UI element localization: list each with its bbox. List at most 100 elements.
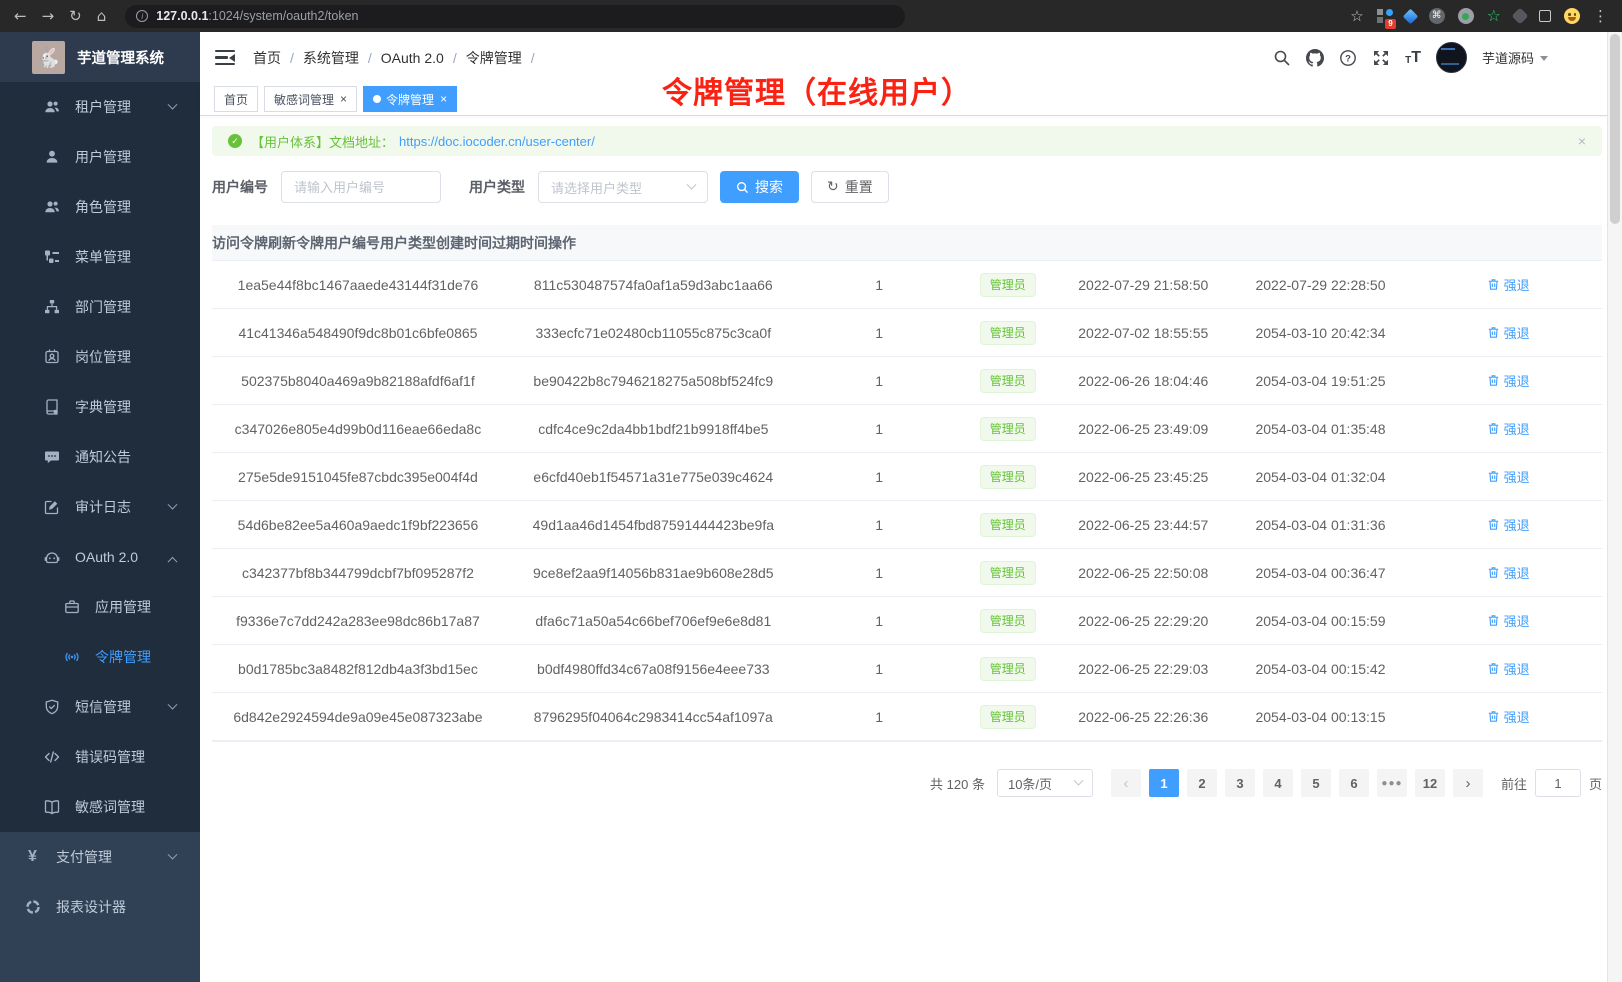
refresh-token-cell: 333ecfc71e02480cb11055c875c3ca0f	[504, 325, 803, 341]
sidebar-item[interactable]: 应用管理	[0, 582, 200, 632]
search-button[interactable]: 搜索	[720, 171, 799, 203]
profile-emoji-icon[interactable]	[1564, 8, 1580, 24]
sidebar-item[interactable]: 用户管理	[0, 132, 200, 182]
user-menu[interactable]: 芋道源码	[1482, 48, 1548, 67]
expire-time-cell: 2054-03-04 00:36:47	[1227, 565, 1415, 581]
view-tab[interactable]: 敏感词管理 ×	[264, 86, 357, 112]
breadcrumb-item[interactable]: OAuth 2.0	[381, 50, 466, 66]
force-logout-button[interactable]: 强退	[1487, 467, 1530, 486]
page-button[interactable]: 2	[1187, 769, 1217, 797]
site-info-icon[interactable]: i	[136, 10, 148, 22]
sidebar-item[interactable]: 短信管理	[0, 682, 200, 732]
sidebar-item[interactable]: 令牌管理	[0, 632, 200, 682]
access-token-cell: 54d6be82ee5a460a9aedc1f9bf223656	[212, 517, 504, 533]
menu-tree-icon	[43, 249, 60, 266]
search-icon[interactable]	[1273, 49, 1291, 67]
alert-close-icon[interactable]: ×	[1578, 134, 1586, 148]
sidebar-item[interactable]: 通知公告	[0, 432, 200, 482]
sidebar-item[interactable]: 部门管理	[0, 282, 200, 332]
page-button[interactable]: 6	[1339, 769, 1369, 797]
sidebar-toggle-icon[interactable]	[1539, 10, 1551, 22]
user-type-cell: 管理员	[956, 657, 1060, 681]
sidebar-item[interactable]: 敏感词管理	[0, 782, 200, 832]
github-icon[interactable]	[1306, 49, 1324, 67]
user-type-select[interactable]: 请选择用户类型	[538, 171, 708, 203]
force-logout-button[interactable]: 强退	[1487, 419, 1530, 438]
force-logout-button[interactable]: 强退	[1487, 371, 1530, 390]
reset-button[interactable]: ↻ 重置	[811, 171, 889, 203]
app-logo[interactable]: 🐇 芋道管理系统	[0, 32, 200, 82]
actions-cell: 强退	[1414, 659, 1602, 678]
help-icon[interactable]: ?	[1339, 49, 1357, 67]
page-button[interactable]: 1	[1149, 769, 1179, 797]
view-tab[interactable]: 令牌管理 ×	[363, 86, 457, 112]
refresh-icon: ↻	[827, 180, 839, 194]
scrollbar-thumb[interactable]	[1610, 34, 1620, 224]
force-logout-button[interactable]: 强退	[1487, 563, 1530, 582]
created-time-cell: 2022-07-02 18:55:55	[1060, 325, 1227, 341]
font-size-icon[interactable]: TT	[1405, 50, 1421, 66]
user-id-input[interactable]	[281, 171, 441, 203]
sidebar-item[interactable]: 错误码管理	[0, 732, 200, 782]
force-logout-button[interactable]: 强退	[1487, 515, 1530, 534]
force-logout-button[interactable]: 强退	[1487, 659, 1530, 678]
reload-icon[interactable]: ↻	[69, 9, 82, 24]
user-type-cell: 管理员	[956, 513, 1060, 537]
sidebar-item[interactable]: 菜单管理	[0, 232, 200, 282]
page-button[interactable]: 3	[1225, 769, 1255, 797]
fullscreen-icon[interactable]	[1372, 49, 1390, 67]
user-type-cell: 管理员	[956, 561, 1060, 585]
force-logout-button[interactable]: 强退	[1487, 707, 1530, 726]
page-button[interactable]: 5	[1301, 769, 1331, 797]
sidebar-item-label: 令牌管理	[95, 647, 151, 667]
command-extension-icon[interactable]: ⌘	[1429, 8, 1445, 24]
role-users-icon	[43, 199, 60, 216]
doc-link[interactable]: https://doc.iocoder.cn/user-center/	[399, 134, 595, 149]
sidebar-item[interactable]: 审计日志	[0, 482, 200, 532]
page-button[interactable]: ‹	[1111, 769, 1141, 797]
breadcrumb-item[interactable]: 系统管理	[303, 48, 381, 68]
delete-icon	[1487, 518, 1500, 531]
bookmark-star-icon[interactable]: ☆	[1350, 9, 1363, 24]
sidebar-item[interactable]: ¥ 支付管理	[0, 832, 200, 882]
view-tab[interactable]: 首页 ×	[214, 86, 258, 112]
page-button[interactable]: 12	[1415, 769, 1445, 797]
delete-icon	[1487, 278, 1500, 291]
avatar[interactable]	[1436, 42, 1467, 73]
delete-icon	[1487, 470, 1500, 483]
page-scrollbar[interactable]	[1607, 32, 1622, 982]
page-button[interactable]: ›	[1453, 769, 1483, 797]
created-time-cell: 2022-06-26 18:04:46	[1060, 373, 1227, 389]
browser-menu-icon[interactable]: ⋮	[1593, 9, 1608, 24]
collapse-sidebar-icon[interactable]	[215, 50, 235, 66]
forward-icon[interactable]: →	[42, 9, 55, 24]
back-icon[interactable]: ←	[14, 9, 27, 24]
sidebar-item[interactable]: OAuth 2.0	[0, 532, 200, 582]
recorder-extension-icon[interactable]	[1458, 8, 1474, 24]
sidebar-item[interactable]: 角色管理	[0, 182, 200, 232]
address-bar[interactable]: i 127.0.0.1:1024/system/oauth2/token	[125, 5, 905, 28]
breadcrumb-item[interactable]: 首页	[253, 48, 303, 68]
force-logout-button[interactable]: 强退	[1487, 611, 1530, 630]
tab-close-icon[interactable]: ×	[440, 93, 447, 105]
breadcrumb-item[interactable]: 令牌管理	[466, 48, 544, 68]
page-button[interactable]: 4	[1263, 769, 1293, 797]
page-button[interactable]: ●●●	[1377, 769, 1407, 797]
filter-form: 用户编号 用户类型 请选择用户类型 搜索 ↻ 重置	[212, 171, 1602, 203]
user-id-cell: 1	[803, 613, 956, 629]
sidebar-item[interactable]: 字典管理	[0, 382, 200, 432]
extension-badge-icon[interactable]: 9	[1377, 9, 1392, 24]
sidebar-item[interactable]: 报表设计器	[0, 882, 200, 932]
green-star-extension-icon[interactable]: ☆	[1487, 8, 1501, 24]
page-size-select[interactable]: 10条/页	[997, 769, 1093, 797]
gem-extension-icon[interactable]	[1405, 11, 1416, 22]
goto-page-input[interactable]	[1535, 769, 1581, 797]
force-logout-button[interactable]: 强退	[1487, 323, 1530, 342]
tab-close-icon[interactable]: ×	[340, 93, 347, 105]
dept-org-icon	[43, 299, 60, 316]
sidebar-item[interactable]: 岗位管理	[0, 332, 200, 382]
home-icon[interactable]: ⌂	[97, 9, 107, 24]
force-logout-button[interactable]: 强退	[1487, 275, 1530, 294]
dark-extension-icon[interactable]	[1514, 10, 1526, 22]
sidebar-item[interactable]: 租户管理	[0, 82, 200, 132]
